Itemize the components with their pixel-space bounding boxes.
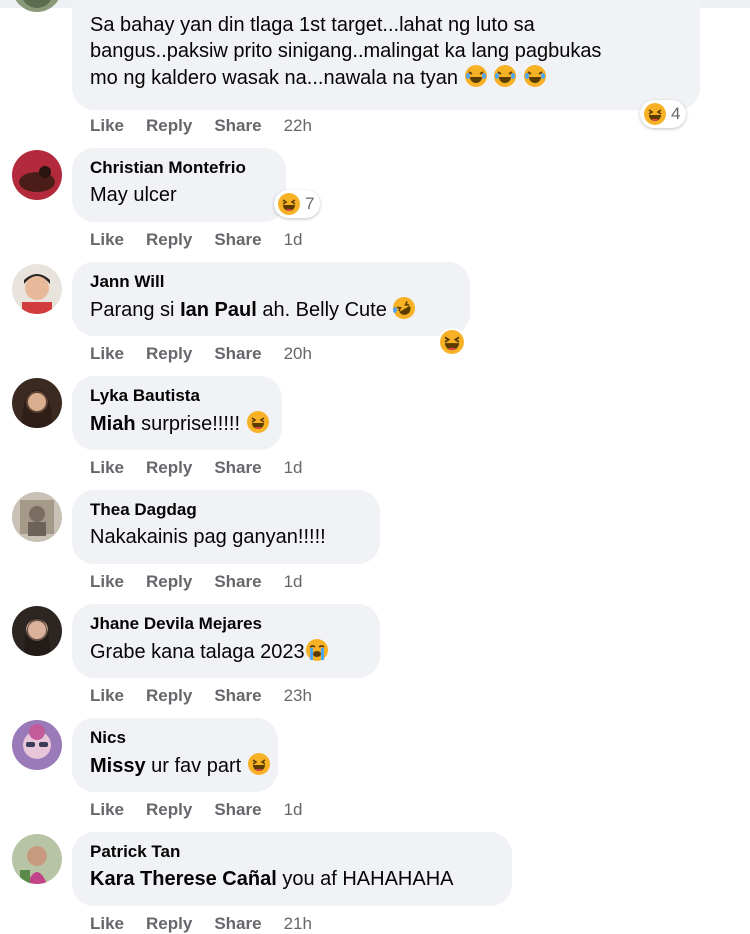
comment-actions: Like Reply Share 1d xyxy=(90,800,325,820)
share-button[interactable]: Share xyxy=(214,458,261,477)
share-button[interactable]: Share xyxy=(214,914,261,933)
avatar[interactable] xyxy=(12,606,62,656)
comment-text: May ulcer xyxy=(90,184,177,206)
like-button[interactable]: Like xyxy=(90,116,124,135)
like-button[interactable]: Like xyxy=(90,914,124,933)
comment-text: Kara Therese Cañal you af HAHAHAHA xyxy=(90,866,494,892)
laughing-crying-emoji-icon xyxy=(523,65,547,89)
comment-bubble: Nics Missy ur fav part xyxy=(72,718,278,792)
comment-text-part: you af HAHAHAHA xyxy=(276,868,454,890)
like-button[interactable]: Like xyxy=(90,344,124,363)
comment-text: Missy ur fav part xyxy=(90,752,270,779)
share-button[interactable]: Share xyxy=(214,116,261,135)
mention-link[interactable]: Missy xyxy=(90,755,146,777)
avatar[interactable] xyxy=(12,834,62,884)
comment-timestamp[interactable]: 21h xyxy=(284,914,312,933)
reaction-summary[interactable]: 7 xyxy=(274,190,321,218)
reply-button[interactable]: Reply xyxy=(146,344,192,363)
loudly-crying-emoji-icon xyxy=(305,639,329,663)
reaction-count: 4 xyxy=(671,104,681,123)
laughing-crying-emoji-icon xyxy=(493,65,523,89)
comment-author[interactable]: Jhane Devila Mejares xyxy=(90,614,362,634)
comment-actions: Like Reply Share 20h xyxy=(90,344,334,364)
avatar[interactable] xyxy=(12,264,62,314)
laughing-crying-emoji-icon xyxy=(464,65,494,89)
haha-reaction-icon xyxy=(644,103,666,125)
comment-text: Grabe kana talaga 2023 xyxy=(90,638,362,665)
haha-reaction-icon xyxy=(438,328,466,356)
comment-actions: Like Reply Share 1d xyxy=(90,572,325,592)
reply-button[interactable]: Reply xyxy=(146,116,192,135)
comment-text-part: surprise!!!!! xyxy=(135,413,241,435)
comment-author[interactable]: Christian Montefrio xyxy=(90,158,268,178)
comment-text: Nakakainis pag ganyan!!!!! xyxy=(90,526,326,548)
mention-link[interactable]: Miah xyxy=(90,413,136,435)
reply-button[interactable]: Reply xyxy=(146,686,192,705)
comment-author[interactable]: Nics xyxy=(90,728,260,748)
mention-link[interactable]: Kara Therese Cañal xyxy=(90,868,277,890)
comment-timestamp[interactable]: 1d xyxy=(284,800,303,819)
comment-text-line: bangus..paksiw prito sinigang..malingat … xyxy=(90,40,602,62)
reaction-count: 7 xyxy=(305,194,315,213)
comment-author[interactable]: Thea Dagdag xyxy=(90,500,362,520)
reaction-summary[interactable]: 4 xyxy=(640,100,687,128)
like-button[interactable]: Like xyxy=(90,230,124,249)
comment-text-part: Parang si xyxy=(90,299,181,321)
reply-button[interactable]: Reply xyxy=(146,572,192,591)
like-button[interactable]: Like xyxy=(90,686,124,705)
comment-text-part: ah. Belly Cute xyxy=(256,299,387,321)
avatar[interactable] xyxy=(12,378,62,428)
comment-actions: Like Reply Share 1d xyxy=(90,230,325,250)
share-button[interactable]: Share xyxy=(214,344,261,363)
comment-author[interactable]: Patrick Tan xyxy=(90,842,494,862)
comment-bubble: Jann Will Parang si Ian Paul ah. Belly C… xyxy=(72,262,470,336)
comment-bubble: Christian Montefrio May ulcer xyxy=(72,148,286,222)
comment-bubble: Jhane Devila Mejares Grabe kana talaga 2… xyxy=(72,604,380,678)
haha-reaction-icon xyxy=(278,193,300,215)
like-button[interactable]: Like xyxy=(90,800,124,819)
comment-actions: Like Reply Share 1d xyxy=(90,458,325,478)
laughing-emoji-icon xyxy=(246,411,270,435)
avatar[interactable] xyxy=(12,492,62,542)
comment-bubble: Lyka Bautista Miah surprise!!!!! xyxy=(72,376,282,450)
comment-author[interactable]: Lyka Bautista xyxy=(90,386,264,406)
comment-text: Parang si Ian Paul ah. Belly Cute xyxy=(90,296,452,323)
avatar[interactable] xyxy=(12,150,62,200)
comment-actions: Like Reply Share 21h xyxy=(90,914,334,934)
reply-button[interactable]: Reply xyxy=(146,914,192,933)
reply-button[interactable]: Reply xyxy=(146,230,192,249)
share-button[interactable]: Share xyxy=(214,686,261,705)
comment-bubble: Patrick Tan Kara Therese Cañal you af HA… xyxy=(72,832,512,906)
share-button[interactable]: Share xyxy=(214,800,261,819)
share-button[interactable]: Share xyxy=(214,572,261,591)
avatar[interactable] xyxy=(12,720,62,770)
mention-link[interactable]: Ian Paul xyxy=(180,299,257,321)
comment-author[interactable]: Jann Will xyxy=(90,272,452,292)
comment-text-part: Grabe kana talaga 2023 xyxy=(90,641,305,663)
comment-text-line: mo ng kaldero wasak na...nawala na tyan xyxy=(90,64,682,91)
like-button[interactable]: Like xyxy=(90,572,124,591)
reaction-summary[interactable] xyxy=(436,328,468,356)
comment-text-part: ur fav part xyxy=(145,755,242,777)
comment-timestamp[interactable]: 1d xyxy=(284,572,303,591)
comment-timestamp[interactable]: 1d xyxy=(284,458,303,477)
comment-timestamp[interactable]: 1d xyxy=(284,230,303,249)
comment-bubble: Sa bahay yan din tlaga 1st target...laha… xyxy=(72,0,700,110)
comment-text-line: mo ng kaldero wasak na...nawala na tyan xyxy=(90,67,458,89)
comment-actions: Like Reply Share 23h xyxy=(90,686,334,706)
comment-timestamp[interactable]: 20h xyxy=(284,344,312,363)
laughing-emoji-icon xyxy=(247,753,271,777)
comment-timestamp[interactable]: 23h xyxy=(284,686,312,705)
comment-timestamp[interactable]: 22h xyxy=(284,116,312,135)
reply-button[interactable]: Reply xyxy=(146,458,192,477)
like-button[interactable]: Like xyxy=(90,458,124,477)
comment-text-line: Sa bahay yan din tlaga 1st target...laha… xyxy=(90,14,535,36)
comment-text: Miah surprise!!!!! xyxy=(90,410,269,437)
comment-bubble: Thea Dagdag Nakakainis pag ganyan!!!!! xyxy=(72,490,380,564)
share-button[interactable]: Share xyxy=(214,230,261,249)
comment-actions: Like Reply Share 22h xyxy=(90,116,334,136)
rolling-laughing-emoji-icon xyxy=(392,297,416,321)
comment-text: Sa bahay yan din tlaga 1st target...laha… xyxy=(90,12,682,91)
reply-button[interactable]: Reply xyxy=(146,800,192,819)
